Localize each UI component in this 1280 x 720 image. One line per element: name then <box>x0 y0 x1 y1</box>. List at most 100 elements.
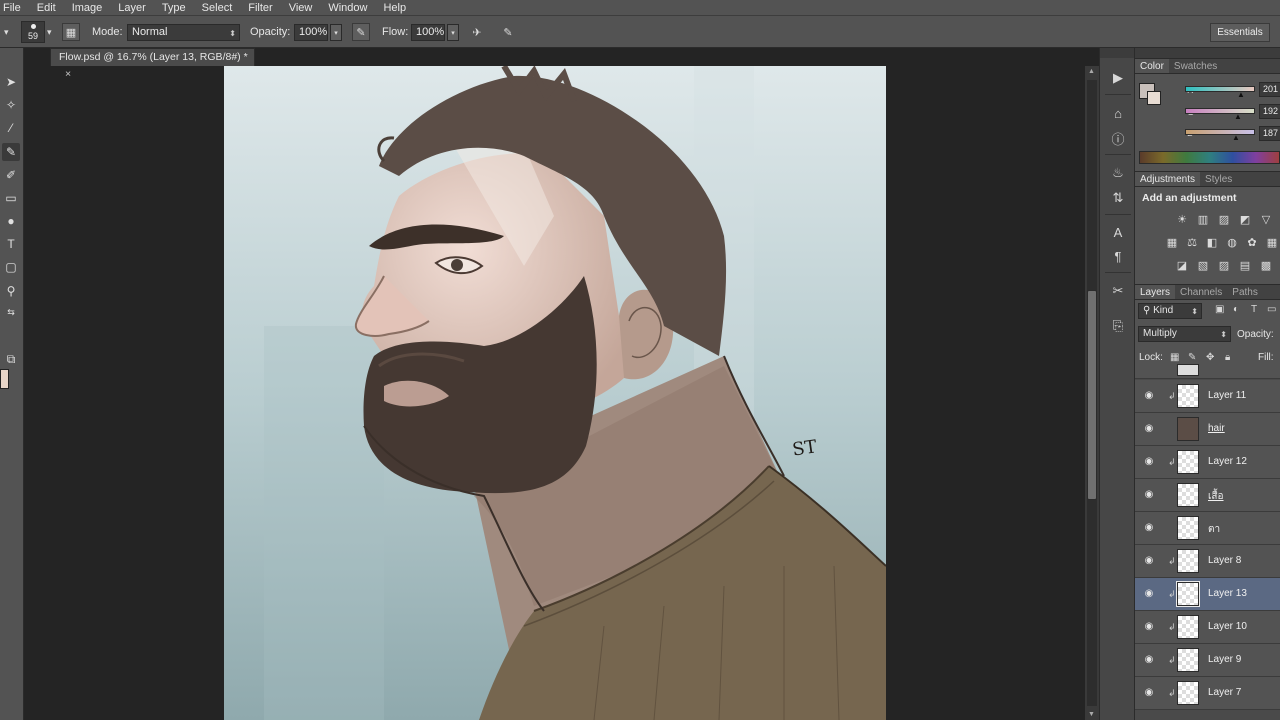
color-balance-icon[interactable]: ⚖ <box>1185 235 1199 249</box>
menu-help[interactable]: Help <box>383 2 406 14</box>
shape-tool-icon[interactable]: ▢ <box>2 258 20 276</box>
levels-icon[interactable]: ▥ <box>1196 212 1210 226</box>
slider-knob-icon[interactable]: ▲ <box>1234 112 1242 121</box>
tab-paths[interactable]: Paths <box>1227 285 1263 299</box>
photo-filter-icon[interactable]: ◍ <box>1225 235 1239 249</box>
brush-preset-picker[interactable]: 59 <box>21 21 45 43</box>
layer-row[interactable]: ◉ ↲ Layer 9 <box>1135 644 1280 677</box>
swap-colors-icon[interactable]: ⇆ <box>2 303 20 321</box>
invert-icon[interactable]: ◪ <box>1175 258 1189 272</box>
tool-presets-icon[interactable]: ✂ <box>1108 281 1128 301</box>
gradient-tool-icon[interactable]: ▭ <box>2 189 20 207</box>
color-lookup-icon[interactable]: ▦ <box>1265 235 1279 249</box>
layer-row-selected[interactable]: ◉ ↲ Layer 13 <box>1135 578 1280 611</box>
menu-edit[interactable]: Edit <box>37 2 56 14</box>
channel-mixer-icon[interactable]: ✿ <box>1245 235 1259 249</box>
threshold-icon[interactable]: ▨ <box>1217 258 1231 272</box>
brush-tool-icon[interactable]: ✎ <box>2 143 20 161</box>
background-swatch[interactable] <box>1147 91 1161 105</box>
red-value-input[interactable]: 201 <box>1259 82 1280 97</box>
tool-preset-arrow-icon[interactable]: ▾ <box>4 27 9 38</box>
scroll-down-icon[interactable]: ▼ <box>1088 711 1095 718</box>
eye-icon[interactable]: ◉ <box>1143 423 1155 435</box>
flow-input[interactable]: 100% <box>411 24 445 41</box>
airbrush-icon[interactable]: ✈ <box>468 23 486 41</box>
menu-view[interactable]: View <box>289 2 313 14</box>
pressure-size-icon[interactable]: ✎ <box>499 23 517 41</box>
opacity-input[interactable]: 100% <box>294 24 328 41</box>
eye-icon[interactable]: ◉ <box>1143 654 1155 666</box>
layer-row[interactable]: ◉ ↲ Layer 8 <box>1135 545 1280 578</box>
layer-row[interactable]: ◉ ↲ Layer 12 <box>1135 446 1280 479</box>
posterize-icon[interactable]: ▧ <box>1196 258 1210 272</box>
workspace-switcher[interactable]: Essentials <box>1210 23 1270 42</box>
lock-transparent-icon[interactable]: ▦ <box>1170 352 1179 363</box>
eye-icon[interactable]: ◉ <box>1143 456 1155 468</box>
layer-row[interactable]: ◉ เสื้อ <box>1135 479 1280 512</box>
menu-window[interactable]: Window <box>328 2 367 14</box>
filter-pixel-icon[interactable]: ▣ <box>1215 304 1224 315</box>
move-tool-icon[interactable]: ➤ <box>2 73 20 91</box>
zoom-tool-icon[interactable]: ⚲ <box>2 282 20 300</box>
filter-adjustment-icon[interactable]: ◐ <box>1233 304 1239 315</box>
eye-icon[interactable]: ◉ <box>1143 390 1155 402</box>
clone-source-icon[interactable]: ⎘ <box>1108 316 1128 336</box>
layer-row-partial[interactable] <box>1135 364 1280 379</box>
vertical-scrollbar[interactable]: ▲ ▼ <box>1085 66 1099 720</box>
history-icon[interactable]: ⌂ <box>1108 103 1128 123</box>
flow-dropdown-icon[interactable]: ▾ <box>447 24 459 41</box>
brush-settings-icon[interactable]: ⇅ <box>1108 188 1128 208</box>
close-tab-icon[interactable]: × <box>65 68 71 80</box>
blend-mode-select[interactable]: Multiply ⬍ <box>1138 326 1231 342</box>
character-panel-icon[interactable]: A <box>1108 222 1128 242</box>
scroll-thumb[interactable] <box>1087 290 1097 500</box>
type-tool-icon[interactable]: T <box>2 235 20 253</box>
menu-type[interactable]: Type <box>162 2 186 14</box>
mode-select[interactable]: Normal ⬍ <box>127 24 240 41</box>
eye-icon[interactable]: ◉ <box>1143 489 1155 501</box>
layer-filter-kind-select[interactable]: ⚲ Kind ⬍ <box>1138 303 1202 319</box>
history-brush-tool-icon[interactable]: ✐ <box>2 166 20 184</box>
exposure-icon[interactable]: ◩ <box>1238 212 1252 226</box>
foreground-color-swatch[interactable] <box>0 369 9 389</box>
play-action-icon[interactable]: ▶ <box>1108 68 1128 88</box>
gradient-map-icon[interactable]: ▤ <box>1238 258 1252 272</box>
eye-icon[interactable]: ◉ <box>1143 621 1155 633</box>
menu-image[interactable]: Image <box>72 2 103 14</box>
lock-all-icon[interactable]: 🔒︎ <box>1225 352 1230 363</box>
paragraph-panel-icon[interactable]: ¶ <box>1108 246 1128 266</box>
filter-type-icon[interactable]: T <box>1251 304 1257 315</box>
black-white-icon[interactable]: ◧ <box>1205 235 1219 249</box>
menu-filter[interactable]: Filter <box>248 2 272 14</box>
eyedropper-tool-icon[interactable]: ⁄ <box>2 119 20 137</box>
blue-value-input[interactable]: 187 <box>1259 126 1280 141</box>
filter-shape-icon[interactable]: ▭ <box>1267 304 1276 315</box>
selective-color-icon[interactable]: ▩ <box>1259 258 1273 272</box>
canvas[interactable]: ST <box>224 66 886 720</box>
tab-channels[interactable]: Channels <box>1175 285 1227 299</box>
dodge-tool-icon[interactable]: ● <box>2 212 20 230</box>
green-value-input[interactable]: 192 <box>1259 104 1280 119</box>
document-tab[interactable]: Flow.psd @ 16.7% (Layer 13, RGB/8#) * × <box>50 48 255 80</box>
hue-saturation-icon[interactable]: ▦ <box>1165 235 1179 249</box>
menu-layer[interactable]: Layer <box>118 2 146 14</box>
pressure-opacity-icon[interactable]: ✎ <box>352 23 370 41</box>
slider-knob-icon[interactable]: ▲ <box>1232 133 1240 142</box>
tab-layers[interactable]: Layers <box>1135 285 1176 299</box>
magic-wand-tool-icon[interactable]: ✧ <box>2 96 20 114</box>
menu-select[interactable]: Select <box>202 2 233 14</box>
blue-slider[interactable] <box>1185 129 1255 135</box>
layer-row[interactable]: ◉ ↲ Layer 11 <box>1135 380 1280 413</box>
tab-color[interactable]: Color <box>1135 59 1169 73</box>
menu-file[interactable]: File <box>3 2 21 14</box>
color-spectrum-bar[interactable] <box>1139 151 1280 164</box>
scroll-up-icon[interactable]: ▲ <box>1088 68 1095 75</box>
screen-mode-icon[interactable]: ⧉ <box>2 350 20 368</box>
opacity-dropdown-icon[interactable]: ▾ <box>330 24 342 41</box>
brush-preset-arrow-icon[interactable]: ▾ <box>47 27 52 38</box>
layer-row[interactable]: ◉ hair <box>1135 413 1280 446</box>
eye-icon[interactable]: ◉ <box>1143 687 1155 699</box>
vibrance-icon[interactable]: ▽ <box>1259 212 1273 226</box>
green-slider[interactable] <box>1185 108 1255 114</box>
tab-swatches[interactable]: Swatches <box>1169 59 1222 73</box>
